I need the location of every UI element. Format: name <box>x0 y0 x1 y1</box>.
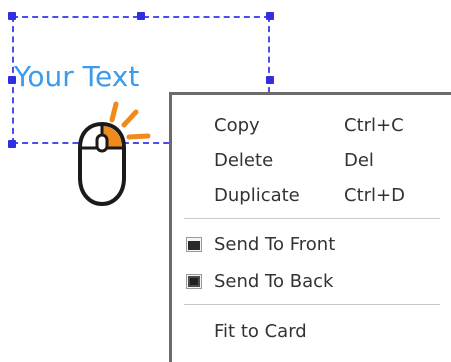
menu-item-fit-to-card[interactable]: Fit to Card <box>172 317 451 347</box>
menu-item-shortcut: Ctrl+D <box>344 185 405 206</box>
menu-item-label: Copy <box>214 115 260 136</box>
menu-item-duplicate[interactable]: Duplicate Ctrl+D <box>172 181 451 211</box>
menu-separator <box>184 218 440 219</box>
resize-handle-bottom-left[interactable] <box>8 140 16 148</box>
menu-item-delete[interactable]: Delete Del <box>172 146 451 176</box>
menu-item-copy[interactable]: Copy Ctrl+C <box>172 111 451 141</box>
menu-item-label: Fit to Card <box>214 321 307 342</box>
menu-item-shortcut: Ctrl+C <box>344 115 404 136</box>
resize-handle-top-center[interactable] <box>137 12 145 20</box>
menu-separator <box>184 304 440 305</box>
menu-item-label: Send To Back <box>214 271 334 292</box>
context-menu: Copy Ctrl+C Delete Del Duplicate Ctrl+D … <box>169 92 451 362</box>
resize-handle-top-left[interactable] <box>8 12 16 20</box>
menu-item-send-to-back[interactable]: Send To Back <box>172 267 451 297</box>
menu-item-shortcut: Del <box>344 150 374 171</box>
resize-handle-top-right[interactable] <box>266 12 274 20</box>
menu-item-label: Delete <box>214 150 274 171</box>
send-to-back-icon <box>186 274 202 289</box>
send-to-front-icon <box>186 237 202 252</box>
menu-item-label: Duplicate <box>214 185 300 206</box>
mouse-left-click-icon <box>78 101 151 207</box>
canvas-text-element[interactable]: Your Text <box>14 58 139 96</box>
resize-handle-middle-right[interactable] <box>266 76 274 84</box>
menu-item-label: Send To Front <box>214 234 336 255</box>
menu-item-send-to-front[interactable]: Send To Front <box>172 230 451 260</box>
